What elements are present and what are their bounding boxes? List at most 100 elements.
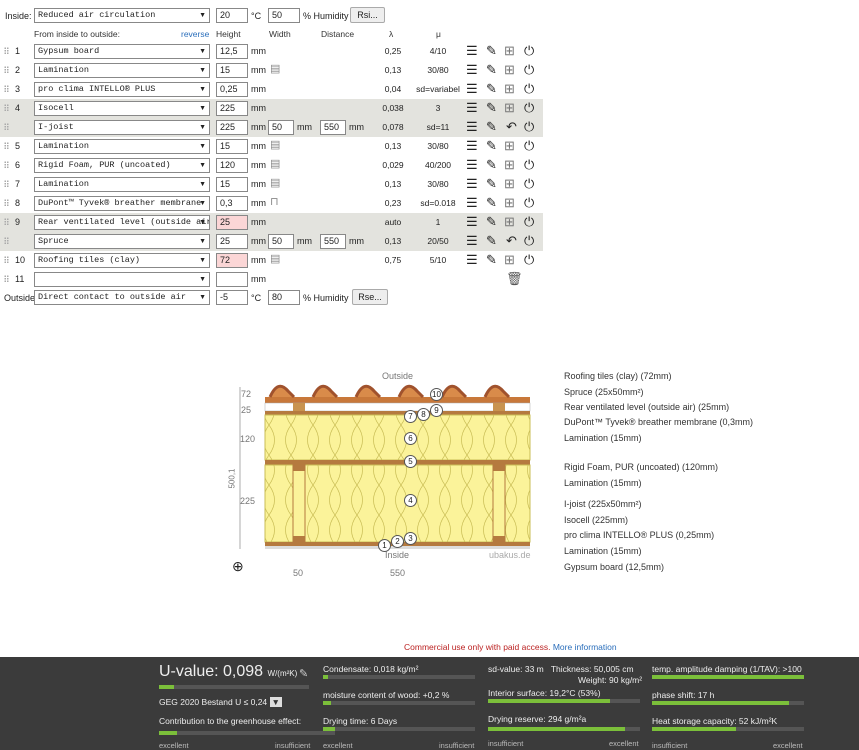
add-layer-icon[interactable]: ⊞	[504, 138, 515, 153]
drag-handle-icon[interactable]	[4, 218, 9, 226]
edit-icon[interactable]: ✎	[486, 195, 497, 210]
power-icon[interactable]: ⏻	[524, 214, 534, 229]
add-layer-icon[interactable]: ⊞	[504, 195, 515, 210]
edit-icon[interactable]: ✎	[486, 233, 497, 248]
drag-handle-icon[interactable]	[4, 123, 9, 131]
power-icon[interactable]: ⏻	[524, 81, 534, 96]
edit-icon[interactable]: ✎	[486, 100, 497, 115]
drag-handle-icon[interactable]	[4, 66, 9, 74]
edit-icon[interactable]: ✎	[486, 157, 497, 172]
distance-header[interactable]: Distance	[321, 29, 354, 39]
menu-icon[interactable]: ☰	[466, 62, 478, 77]
add-layer-icon[interactable]: ⊞	[504, 100, 515, 115]
drag-handle-icon[interactable]	[4, 256, 9, 264]
more-info-link[interactable]: More information	[553, 642, 617, 652]
layer-height-input[interactable]: 15	[216, 139, 248, 154]
layer-material-select[interactable]: Rigid Foam, PUR (uncoated) ▼	[34, 158, 210, 173]
add-layer-icon[interactable]: ⊞	[504, 252, 515, 267]
layer-distance-input[interactable]: 550	[320, 234, 346, 249]
edit-icon[interactable]: ✎	[486, 138, 497, 153]
edit-icon[interactable]: ✎	[486, 119, 497, 134]
membrane-icon[interactable]: ⊓	[270, 195, 279, 210]
layer-height-input[interactable]: 0,3	[216, 196, 248, 211]
outside-condition-select[interactable]: Direct contact to outside air ▼	[34, 290, 210, 305]
layer-material-select[interactable]: Rear ventilated level (outside air) ▼	[34, 215, 210, 230]
layer-material-select[interactable]: Gypsum board ▼	[34, 44, 210, 59]
power-icon[interactable]: ⏻	[524, 119, 534, 134]
menu-icon[interactable]: ☰	[466, 214, 478, 229]
hatch-icon[interactable]: ▤	[270, 252, 280, 267]
inside-condition-select[interactable]: Reduced air circulation ▼	[34, 8, 210, 23]
layer-material-select[interactable]: Lamination ▼	[34, 63, 210, 78]
drag-handle-icon[interactable]	[4, 180, 9, 188]
hatch-icon[interactable]: ▤	[270, 176, 280, 191]
layer-material-select[interactable]: Lamination ▼	[34, 139, 210, 154]
edit-icon[interactable]: ✎	[486, 62, 497, 77]
power-icon[interactable]: ⏻	[524, 62, 534, 77]
drag-handle-icon[interactable]	[4, 199, 9, 207]
drag-handle-icon[interactable]	[4, 275, 9, 283]
add-layer-icon[interactable]: ⊞	[504, 81, 515, 96]
drag-handle-icon[interactable]	[4, 47, 9, 55]
layer-height-input[interactable]: 225	[216, 120, 248, 135]
trash-icon[interactable]: 🗑	[506, 271, 523, 286]
power-icon[interactable]: ⏻	[524, 252, 534, 267]
rse-button[interactable]: Rse...	[352, 289, 388, 305]
hatch-icon[interactable]: ▤	[270, 157, 280, 172]
layer-distance-input[interactable]: 550	[320, 120, 346, 135]
menu-icon[interactable]: ☰	[466, 43, 478, 58]
layer-height-input[interactable]: 225	[216, 101, 248, 116]
add-layer-icon[interactable]: ⊞	[504, 176, 515, 191]
edit-icon[interactable]: ✎	[486, 43, 497, 58]
power-icon[interactable]: ⏻	[524, 176, 534, 191]
inside-temp-input[interactable]: 20	[216, 8, 248, 23]
menu-icon[interactable]: ☰	[466, 157, 478, 172]
edit-icon[interactable]: ✎	[486, 176, 497, 191]
hatch-icon[interactable]: ▤	[270, 138, 280, 153]
layer-height-input[interactable]: 25	[216, 234, 248, 249]
layer-width-input[interactable]: 50	[268, 120, 294, 135]
drag-handle-icon[interactable]	[4, 142, 9, 150]
outside-temp-input[interactable]: -5	[216, 290, 248, 305]
layer-height-input[interactable]: 0,25	[216, 82, 248, 97]
zoom-icon[interactable]: ⊕	[232, 558, 244, 575]
drag-handle-icon[interactable]	[4, 104, 9, 112]
layer-height-input[interactable]: 25	[216, 215, 248, 230]
menu-icon[interactable]: ☰	[466, 119, 478, 134]
layer-height-input[interactable]: 15	[216, 177, 248, 192]
undo-icon[interactable]: ↶	[506, 119, 517, 134]
wrench-icon[interactable]: ✎	[299, 667, 308, 680]
layer-material-select[interactable]: Roofing tiles (clay) ▼	[34, 253, 210, 268]
drag-handle-icon[interactable]	[4, 85, 9, 93]
add-layer-icon[interactable]: ⊞	[504, 43, 515, 58]
add-layer-icon[interactable]: ⊞	[504, 157, 515, 172]
menu-icon[interactable]: ☰	[466, 176, 478, 191]
power-icon[interactable]: ⏻	[524, 233, 534, 248]
layer-material-select[interactable]: I-joist ▼	[34, 120, 210, 135]
power-icon[interactable]: ⏻	[524, 195, 534, 210]
layer-height-input[interactable]: 120	[216, 158, 248, 173]
menu-icon[interactable]: ☰	[466, 138, 478, 153]
undo-icon[interactable]: ↶	[506, 233, 517, 248]
outside-humidity-input[interactable]: 80	[268, 290, 300, 305]
power-icon[interactable]: ⏻	[524, 138, 534, 153]
layer-material-select[interactable]: Spruce ▼	[34, 234, 210, 249]
layer-material-select[interactable]: ▼	[34, 272, 210, 287]
edit-icon[interactable]: ✎	[486, 252, 497, 267]
inside-humidity-input[interactable]: 50	[268, 8, 300, 23]
layer-width-input[interactable]: 50	[268, 234, 294, 249]
menu-icon[interactable]: ☰	[466, 252, 478, 267]
layer-material-select[interactable]: DuPont™ Tyvek® breather membrane ▼	[34, 196, 210, 211]
add-layer-icon[interactable]: ⊞	[504, 62, 515, 77]
layer-height-input[interactable]: 12,5	[216, 44, 248, 59]
rsi-button[interactable]: Rsi...	[350, 7, 385, 23]
layer-material-select[interactable]: Isocell ▼	[34, 101, 210, 116]
menu-icon[interactable]: ☰	[466, 195, 478, 210]
layer-height-input[interactable]: 72	[216, 253, 248, 268]
add-layer-icon[interactable]: ⊞	[504, 214, 515, 229]
hatch-icon[interactable]: ▤	[270, 62, 280, 77]
menu-icon[interactable]: ☰	[466, 100, 478, 115]
edit-icon[interactable]: ✎	[486, 81, 497, 96]
layer-material-select[interactable]: pro clima INTELLO® PLUS ▼	[34, 82, 210, 97]
layer-height-input[interactable]: 15	[216, 63, 248, 78]
